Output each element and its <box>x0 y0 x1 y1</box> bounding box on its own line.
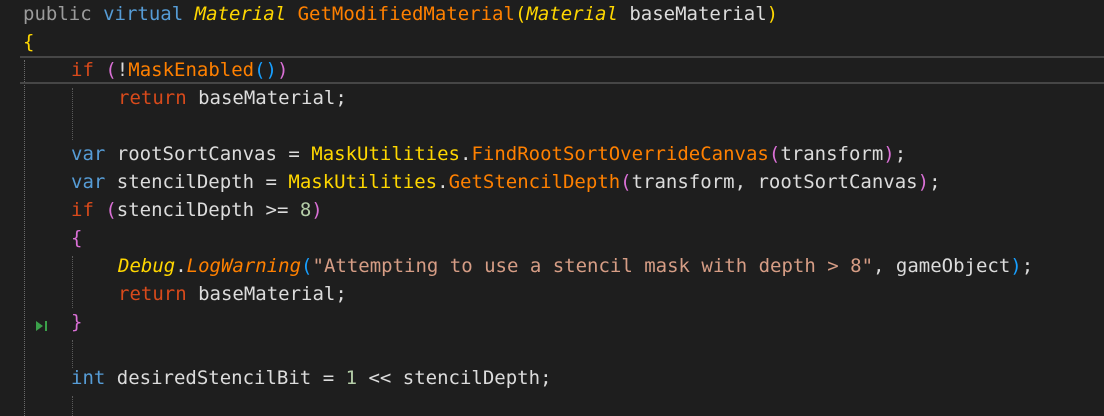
string-literal: "Attempting to use a stencil mask with d… <box>312 255 874 277</box>
keyword-var: var <box>71 143 106 165</box>
code-line-1[interactable]: public virtual Material GetModifiedMater… <box>23 0 778 28</box>
variable-name: stencilDepth <box>116 171 255 193</box>
function-call: FindRootSortOverrideCanvas <box>471 143 769 165</box>
param-name: baseMaterial <box>629 3 767 25</box>
paren-open: ( <box>620 171 632 193</box>
argument: gameObject <box>895 255 1011 277</box>
semicolon: ; <box>894 143 907 165</box>
operator-gte: >= <box>254 199 300 221</box>
keyword-if: if <box>71 199 94 221</box>
comma: , <box>734 171 758 193</box>
dot: . <box>175 255 187 277</box>
paren-close: ) <box>276 59 289 81</box>
class-name: MaskUtilities <box>288 171 438 193</box>
code-line-6[interactable]: var rootSortCanvas = MaskUtilities.FindR… <box>71 140 906 168</box>
operator-shift: << <box>357 367 403 389</box>
function-call: MaskEnabled <box>128 59 255 81</box>
variable-name: desiredStencilBit <box>116 367 312 389</box>
code-line-4[interactable]: return baseMaterial; <box>118 84 347 112</box>
function-call: GetStencilDepth <box>448 171 621 193</box>
class-name: MaskUtilities <box>311 143 460 165</box>
argument-2: rootSortCanvas <box>757 171 918 193</box>
keyword-virtual: virtual <box>103 3 184 25</box>
keyword-public: public <box>23 3 92 25</box>
paren-close: ) <box>917 171 930 193</box>
function-call: LogWarning <box>186 255 302 277</box>
code-line-2[interactable]: { <box>23 28 34 56</box>
identifier: stencilDepth <box>116 199 255 221</box>
return-type: Material <box>194 3 287 25</box>
method-name: GetModifiedMaterial <box>297 3 515 25</box>
indent-guide <box>72 88 73 140</box>
code-editor[interactable]: public virtual Material GetModifiedMater… <box>0 0 1104 416</box>
argument-1: transform <box>631 171 735 193</box>
code-line-12[interactable]: } <box>71 308 82 336</box>
class-name: Debug <box>118 255 176 277</box>
brace-open: { <box>23 31 35 53</box>
dot: . <box>459 143 472 165</box>
paren-open: ( <box>105 199 117 221</box>
paren-close: ) <box>311 199 323 221</box>
keyword-int: int <box>71 367 106 389</box>
keyword-return: return <box>118 283 187 305</box>
variable-name: rootSortCanvas <box>116 143 277 165</box>
identifier: baseMaterial <box>198 283 336 305</box>
comma: , <box>873 255 896 277</box>
code-line-14[interactable]: int desiredStencilBit = 1 << stencilDept… <box>71 364 552 392</box>
number-literal: 8 <box>299 199 312 221</box>
paren-open: ( <box>301 255 313 277</box>
semicolon: ; <box>929 171 941 193</box>
brace-close: } <box>71 311 83 333</box>
paren-open: ( <box>105 59 117 81</box>
code-line-7[interactable]: var stencilDepth = MaskUtilities.GetSten… <box>71 168 941 196</box>
param-type: Material <box>526 3 618 25</box>
code-line-11[interactable]: return baseMaterial; <box>118 280 347 308</box>
keyword-if: if <box>71 59 94 81</box>
assign-op: = <box>311 367 346 389</box>
identifier: stencilDepth <box>402 367 541 389</box>
indent-guide <box>72 396 73 416</box>
semicolon: ; <box>540 367 552 389</box>
paren-close: ) <box>1010 255 1022 277</box>
semicolon: ; <box>335 283 347 305</box>
code-line-10[interactable]: Debug.LogWarning("Attempting to use a st… <box>118 252 1033 280</box>
code-line-9[interactable]: { <box>71 224 82 252</box>
semicolon: ; <box>1021 255 1034 277</box>
argument: transform <box>780 143 884 165</box>
brace-open: { <box>71 227 83 249</box>
code-line-8[interactable]: if (stencilDepth >= 8) <box>71 196 323 224</box>
identifier: baseMaterial <box>198 87 336 109</box>
margin-guide <box>24 60 25 416</box>
indent-guide <box>72 256 73 308</box>
run-to-cursor-icon[interactable] <box>36 318 50 332</box>
semicolon: ; <box>335 87 347 109</box>
assign-op: = <box>276 143 312 165</box>
paren-close: ) <box>883 143 895 165</box>
number-literal: 1 <box>345 367 358 389</box>
assign-op: = <box>254 171 289 193</box>
keyword-var: var <box>71 171 106 193</box>
dot: . <box>437 171 449 193</box>
paren-open: ( <box>768 143 781 165</box>
paren-open: ( <box>514 3 527 25</box>
code-line-3[interactable]: if (!MaskEnabled()) <box>71 56 288 84</box>
operator-not: ! <box>116 59 129 81</box>
call-parens: () <box>254 59 277 81</box>
keyword-return: return <box>118 87 187 109</box>
paren-close: ) <box>766 3 779 25</box>
